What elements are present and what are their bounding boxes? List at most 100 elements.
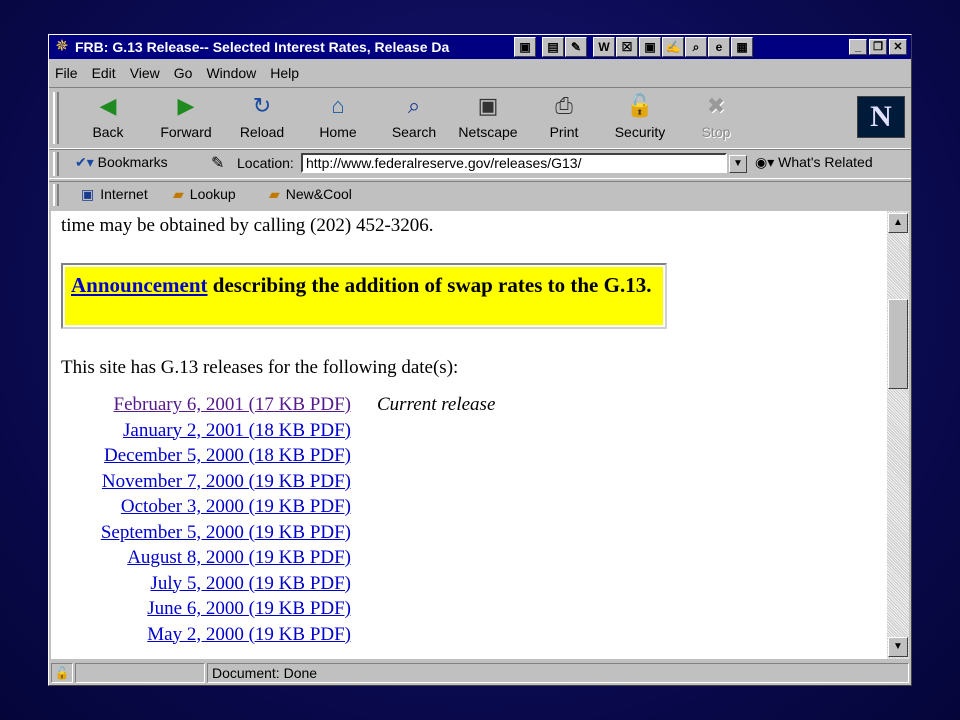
list-item: December 5, 2000 (18 KB PDF): [51, 444, 351, 470]
menu-help[interactable]: Help: [270, 63, 299, 83]
calculator-icon[interactable]: ▦: [731, 37, 753, 57]
lock-icon: 🔓: [626, 93, 654, 118]
folder-icon: ▰: [173, 186, 184, 202]
stop-label: Stop: [701, 124, 731, 140]
back-arrow-icon: ◀: [99, 93, 117, 118]
location-icon[interactable]: ✎: [211, 153, 224, 173]
current-release-note: Current release: [377, 394, 496, 415]
bookmarks-button[interactable]: ✔▾ Bookmarks: [75, 154, 168, 171]
tray-icon[interactable]: ▣: [514, 37, 536, 57]
release-link[interactable]: November 7, 2000 (19 KB PDF): [102, 470, 351, 494]
my-netscape-icon: ▣: [477, 93, 499, 118]
release-list: February 6, 2001 (17 KB PDF) Current rel…: [51, 393, 496, 649]
tools-icon[interactable]: ✍: [662, 37, 684, 57]
excel-icon[interactable]: ☒: [616, 37, 638, 57]
release-link[interactable]: July 5, 2000 (19 KB PDF): [150, 572, 351, 596]
list-item: August 8, 2000 (19 KB PDF): [51, 546, 351, 572]
word-icon[interactable]: W: [593, 37, 615, 57]
release-link[interactable]: December 5, 2000 (18 KB PDF): [104, 444, 351, 468]
search-icon: ⌕: [407, 93, 421, 118]
printer-icon: ⎙: [555, 93, 573, 118]
netscape-button[interactable]: ▣ Netscape: [453, 92, 523, 140]
reload-icon: ↻: [252, 93, 272, 118]
search-icon[interactable]: ⌕: [685, 37, 707, 57]
window-controls: _ ❐ ✕: [849, 39, 907, 55]
tray-icon[interactable]: ✎: [565, 37, 587, 57]
forward-arrow-icon: ▶: [177, 93, 195, 118]
powerpoint-icon[interactable]: ▣: [639, 37, 661, 57]
release-link[interactable]: June 6, 2000 (19 KB PDF): [147, 597, 351, 621]
minimize-button[interactable]: _: [849, 39, 867, 55]
list-item: January 2, 2001 (18 KB PDF): [51, 419, 351, 445]
release-link[interactable]: September 5, 2000 (19 KB PDF): [101, 521, 351, 545]
personal-item-label: Internet: [100, 186, 148, 202]
stop-icon: ✖: [706, 93, 726, 118]
scroll-down-icon[interactable]: ▼: [888, 637, 908, 657]
security-lock-icon[interactable]: 🔓: [51, 663, 73, 683]
release-link[interactable]: May 2, 2000 (19 KB PDF): [147, 623, 351, 647]
vertical-scrollbar[interactable]: ▲ ▼: [887, 211, 909, 659]
list-item: July 5, 2000 (19 KB PDF): [51, 572, 351, 598]
announcement-box: Announcement describing the addition of …: [61, 263, 667, 329]
reload-button[interactable]: ↻ Reload: [227, 92, 297, 140]
close-button[interactable]: ✕: [889, 39, 907, 55]
menu-view[interactable]: View: [130, 63, 160, 83]
home-button[interactable]: ⌂ Home: [303, 92, 373, 140]
security-button[interactable]: 🔓 Security: [605, 92, 675, 140]
tray-icon[interactable]: ▤: [542, 37, 564, 57]
location-label: Location:: [237, 155, 294, 171]
back-button[interactable]: ◀ Back: [73, 92, 143, 140]
list-item: November 7, 2000 (19 KB PDF): [51, 470, 351, 496]
personal-item-lookup[interactable]: ▰ Lookup: [173, 186, 236, 203]
folder-icon: ▰: [269, 186, 280, 202]
netscape-label: Netscape: [458, 124, 518, 140]
security-label: Security: [614, 124, 666, 140]
search-label: Search: [391, 124, 437, 140]
search-button[interactable]: ⌕ Search: [379, 92, 449, 140]
stop-button[interactable]: ✖ Stop: [681, 92, 751, 140]
release-link[interactable]: October 3, 2000 (19 KB PDF): [121, 495, 351, 519]
title-bar[interactable]: ✵ FRB: G.13 Release-- Selected Interest …: [49, 35, 911, 59]
list-item: October 3, 2000 (19 KB PDF): [51, 495, 351, 521]
personal-item-label: New&Cool: [285, 186, 352, 202]
toolbar-grip[interactable]: [53, 92, 59, 144]
location-input[interactable]: http://www.federalreserve.gov/releases/G…: [301, 153, 727, 173]
menu-go[interactable]: Go: [174, 63, 193, 83]
toolbar-grip[interactable]: [53, 184, 59, 206]
whats-related-button[interactable]: ◉▾ What's Related: [755, 154, 873, 171]
list-item: May 2, 2000 (19 KB PDF): [51, 623, 351, 649]
dates-intro: This site has G.13 releases for the foll…: [61, 357, 459, 378]
scroll-up-icon[interactable]: ▲: [888, 213, 908, 233]
phone-text: time may be obtained by calling (202) 45…: [61, 215, 434, 236]
announcement-link[interactable]: Announcement: [71, 273, 208, 297]
forward-label: Forward: [160, 124, 212, 140]
netscape-app-icon: ✵: [55, 38, 69, 55]
release-link[interactable]: August 8, 2000 (19 KB PDF): [127, 546, 351, 570]
browser-window: ✵ FRB: G.13 Release-- Selected Interest …: [48, 34, 912, 686]
ie-icon[interactable]: e: [708, 37, 730, 57]
list-item: June 6, 2000 (19 KB PDF): [51, 597, 351, 623]
personal-item-newcool[interactable]: ▰ New&Cool: [269, 186, 352, 203]
home-icon: ⌂: [331, 93, 345, 118]
maximize-button[interactable]: ❐: [869, 39, 887, 55]
personal-item-label: Lookup: [189, 186, 236, 202]
scroll-thumb[interactable]: [888, 299, 908, 389]
menu-file[interactable]: File: [55, 63, 78, 83]
toolbar-grip[interactable]: [53, 152, 59, 176]
list-item: September 5, 2000 (19 KB PDF): [51, 521, 351, 547]
location-toolbar: ✔▾ Bookmarks ✎ Location: http://www.fede…: [49, 149, 911, 179]
announcement-text: Announcement describing the addition of …: [65, 267, 663, 325]
print-label: Print: [549, 124, 579, 140]
release-link[interactable]: February 6, 2001 (17 KB PDF): [114, 393, 352, 417]
status-bar: 🔓 Document: Done: [49, 661, 911, 685]
forward-button[interactable]: ▶ Forward: [151, 92, 221, 140]
bookmarks-label: Bookmarks: [97, 154, 168, 170]
menu-edit[interactable]: Edit: [92, 63, 116, 83]
menu-window[interactable]: Window: [206, 63, 256, 83]
release-link[interactable]: January 2, 2001 (18 KB PDF): [123, 419, 351, 443]
personal-item-internet[interactable]: ▣ Internet: [81, 186, 148, 203]
home-label: Home: [319, 124, 357, 140]
location-dropdown-icon[interactable]: ▼: [729, 155, 747, 173]
netscape-logo[interactable]: N: [857, 96, 905, 138]
print-button[interactable]: ⎙ Print: [529, 92, 599, 140]
